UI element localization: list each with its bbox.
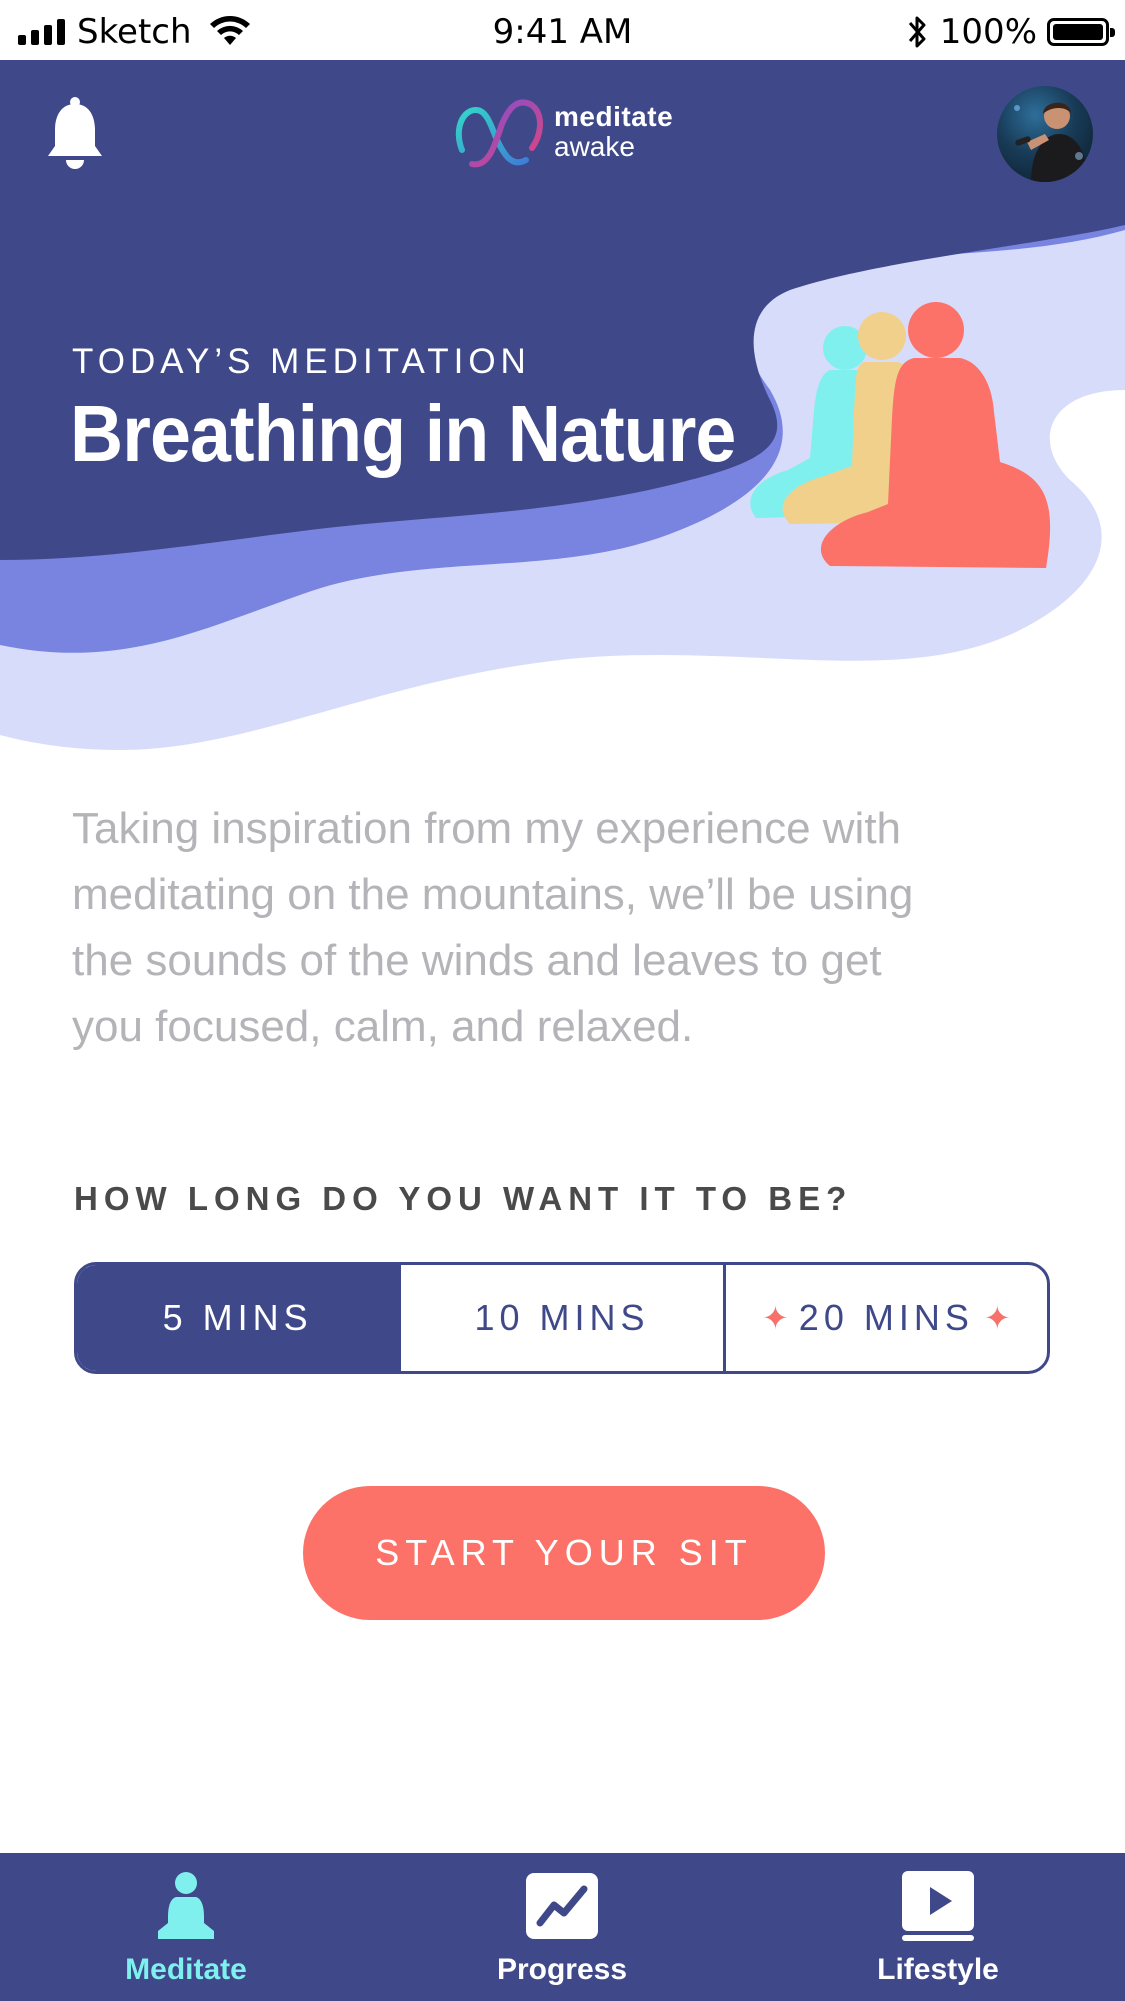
- meditate-icon: [146, 1871, 226, 1941]
- infinity-logo-icon: [455, 99, 543, 168]
- logo-line-meditate: meditate: [554, 101, 674, 132]
- todays-meditation-label: TODAY’S MEDITATION: [72, 342, 531, 381]
- duration-option-20-mins[interactable]: ✦ 20 MINS ✦: [726, 1265, 1047, 1371]
- sparkle-icon: ✦: [761, 1300, 789, 1336]
- start-button-label: START YOUR SIT: [375, 1532, 753, 1573]
- tab-meditate[interactable]: Meditate: [56, 1853, 316, 2001]
- app-logo: meditate awake: [452, 90, 673, 174]
- description-line: meditating on the mountains, we’ll be us…: [72, 870, 914, 919]
- duration-option-10-mins[interactable]: 10 MINS: [401, 1265, 726, 1371]
- meditating-figures-illustration: [750, 302, 1051, 568]
- tab-progress[interactable]: Progress: [432, 1853, 692, 2001]
- start-your-sit-button[interactable]: START YOUR SIT: [303, 1486, 825, 1620]
- description-line: the sounds of the winds and leaves to ge…: [72, 936, 882, 985]
- duration-option-label: 10 MINS: [474, 1297, 650, 1338]
- battery-icon: [1047, 18, 1115, 46]
- logo-line-awake: awake: [554, 131, 635, 162]
- tab-label: Meditate: [125, 1953, 247, 1986]
- logo-wordmark: meditate awake: [554, 103, 673, 161]
- description-line: Taking inspiration from my experience wi…: [72, 804, 902, 853]
- meditation-title: Breathing in Nature: [70, 389, 736, 478]
- status-bar: Sketch 9:41 AM 100%: [0, 0, 1125, 60]
- meditation-screen: Sketch 9:41 AM 100% meditate awake TODAY…: [0, 0, 1125, 2001]
- tab-lifestyle[interactable]: Lifestyle: [808, 1853, 1068, 2001]
- tab-label: Progress: [496, 1953, 628, 1986]
- notification-bell-icon[interactable]: [44, 96, 106, 174]
- duration-question: HOW LONG DO YOU WANT IT TO BE?: [74, 1180, 853, 1217]
- duration-option-label: 5 MINS: [162, 1297, 313, 1338]
- bluetooth-icon: [908, 16, 926, 48]
- description-line: you focused, calm, and relaxed.: [72, 1002, 694, 1051]
- avatar-photo: [1014, 102, 1089, 182]
- tab-label: Lifestyle: [877, 1953, 999, 1986]
- status-right: 100%: [906, 10, 1115, 54]
- meditation-description: Taking inspiration from my experience wi…: [72, 796, 1032, 1060]
- progress-chart-icon: [522, 1871, 602, 1941]
- bottom-tab-bar: Meditate Progress Lifestyle: [0, 1853, 1125, 2001]
- play-video-icon: [898, 1871, 978, 1941]
- battery-percentage: 100%: [939, 12, 1037, 52]
- duration-option-5-mins[interactable]: 5 MINS: [77, 1265, 402, 1371]
- user-avatar[interactable]: [997, 86, 1093, 182]
- app-header: meditate awake: [0, 60, 1125, 200]
- duration-option-label: 20 MINS: [798, 1297, 974, 1338]
- sparkle-icon: ✦: [983, 1300, 1011, 1336]
- duration-selector: 5 MINS 10 MINS ✦ 20 MINS ✦: [74, 1262, 1050, 1374]
